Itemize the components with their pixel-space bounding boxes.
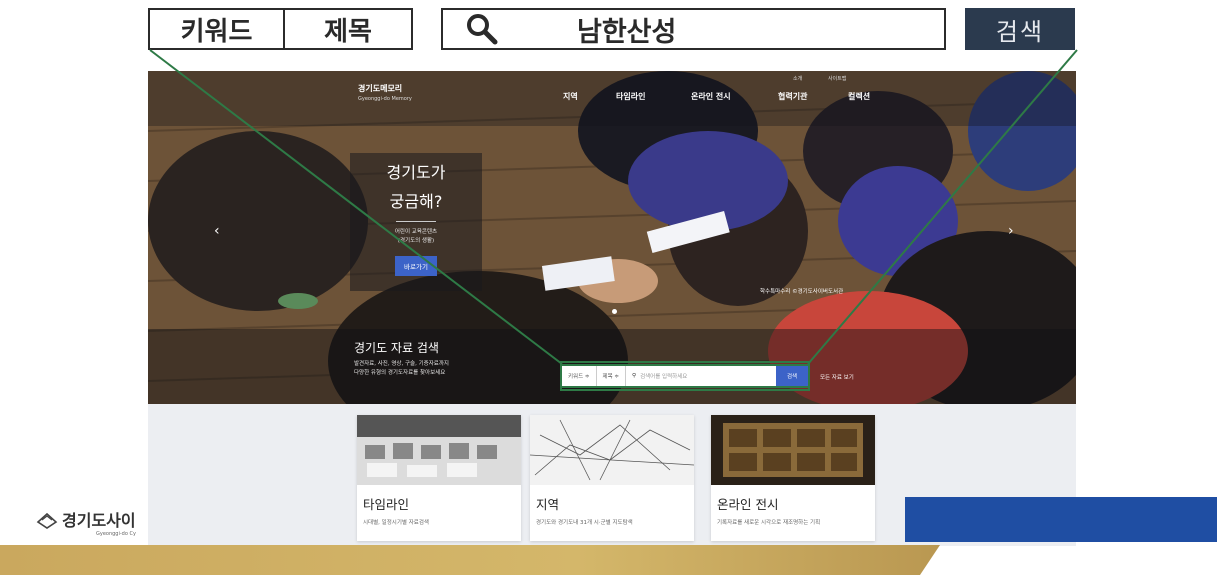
footer-logo-sub: Gyeonggi-do Cy (96, 531, 136, 537)
footer-blue-band (905, 497, 1217, 542)
footer-gold-band (0, 545, 940, 575)
footer-logo-text: 경기도사이 (62, 511, 136, 530)
footer-logo-icon (36, 512, 58, 529)
callout-lines (149, 49, 1078, 391)
footer-logo: 경기도사이 Gyeonggi-do Cy (36, 507, 136, 537)
